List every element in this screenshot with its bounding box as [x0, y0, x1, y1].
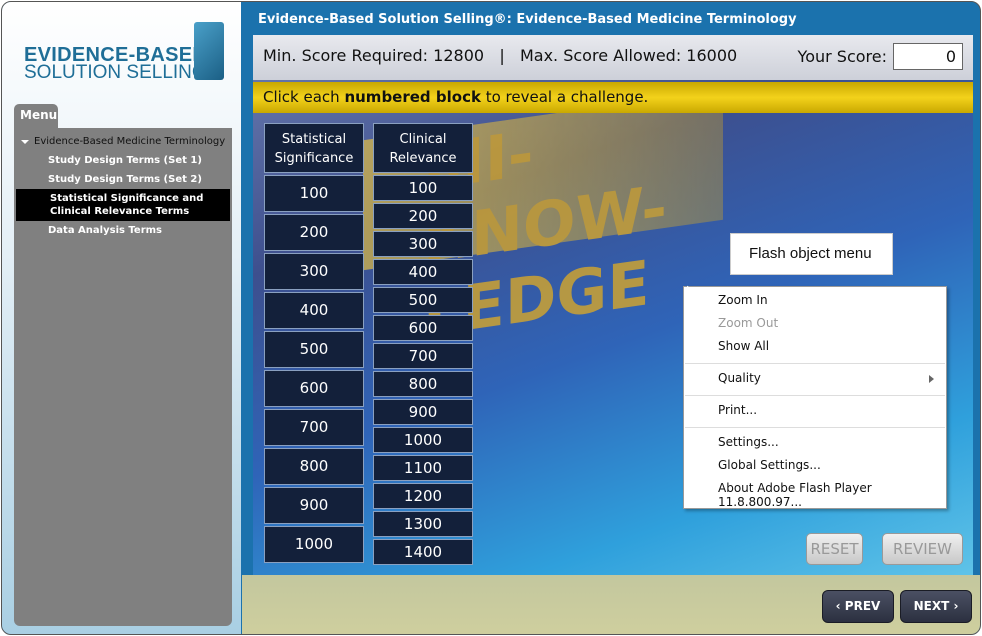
column-header: Statistical Significance: [264, 123, 364, 173]
logo-line2: SOLUTION SELLING®: [24, 62, 221, 83]
instruction-text-end: to reveal a challenge.: [480, 88, 649, 106]
numbered-block[interactable]: 900: [373, 399, 473, 425]
numbered-block[interactable]: 800: [373, 371, 473, 397]
instruction-bold: numbered block: [344, 88, 481, 106]
numbered-block[interactable]: 700: [373, 343, 473, 369]
numbered-block[interactable]: 900: [264, 487, 364, 524]
next-button[interactable]: NEXT ›: [900, 590, 972, 623]
instruction-text: Click each: [263, 88, 345, 106]
numbered-block[interactable]: 100: [264, 175, 364, 212]
numbered-block[interactable]: 500: [373, 287, 473, 313]
logo: EVIDENCE-BASED SOLUTION SELLING®: [22, 22, 227, 84]
context-menu-label: Settings...: [718, 435, 779, 449]
instruction-bar: Click each numbered block to reveal a ch…: [253, 82, 973, 113]
numbered-block[interactable]: 300: [264, 253, 364, 290]
menu-separator: [685, 363, 945, 364]
context-menu-label: Print...: [718, 403, 758, 417]
your-score-value: 0: [893, 43, 963, 70]
min-score: Min. Score Required: 12800: [263, 46, 485, 65]
numbered-block[interactable]: 100: [373, 175, 473, 201]
menu-item[interactable]: Study Design Terms (Set 1): [14, 151, 232, 170]
review-button[interactable]: REVIEW: [882, 533, 963, 565]
numbered-block[interactable]: 300: [373, 231, 473, 257]
numbered-block[interactable]: 700: [264, 409, 364, 446]
context-menu-item[interactable]: Global Settings...: [684, 455, 946, 478]
menu-tab[interactable]: Menu: [14, 104, 58, 130]
menu-separator: [685, 427, 945, 428]
context-menu-label: Global Settings...: [718, 458, 821, 472]
context-menu-item[interactable]: Settings...: [684, 432, 946, 455]
numbered-block[interactable]: 400: [264, 292, 364, 329]
menu-item[interactable]: Evidence-Based Medicine Terminology: [14, 132, 232, 151]
next-label: NEXT: [913, 599, 950, 613]
menu-separator: [685, 395, 945, 396]
logo-mark-icon: [194, 22, 224, 80]
page-title: Evidence-Based Solution Selling®: Eviden…: [258, 12, 797, 27]
context-menu-item[interactable]: Zoom In: [684, 290, 946, 313]
score-separator: |: [499, 46, 505, 65]
context-menu-item[interactable]: Print...: [684, 400, 946, 423]
numbered-block[interactable]: 600: [373, 315, 473, 341]
numbered-block[interactable]: 200: [264, 214, 364, 251]
left-panel: EVIDENCE-BASED SOLUTION SELLING® Menu Ev…: [2, 2, 241, 634]
your-score-label: Your Score:: [797, 47, 887, 66]
numbered-block[interactable]: 1200: [373, 483, 473, 509]
context-menu-label: About Adobe Flash Player 11.8.800.97...: [718, 481, 872, 509]
context-menu-label: Quality: [718, 371, 761, 385]
reset-button[interactable]: RESET: [806, 533, 863, 565]
numbered-block[interactable]: 600: [264, 370, 364, 407]
context-menu-item[interactable]: Quality: [684, 368, 946, 391]
menu-panel: Evidence-Based Medicine Terminology Study…: [14, 128, 232, 626]
numbered-block[interactable]: 1100: [373, 455, 473, 481]
context-menu-label: Show All: [718, 339, 770, 353]
context-menu-label: Zoom Out: [718, 316, 779, 330]
numbered-block[interactable]: 800: [264, 448, 364, 485]
score-bar: Min. Score Required: 12800 | Max. Score …: [253, 35, 973, 80]
column-header: Clinical Relevance: [373, 123, 473, 173]
menu-item[interactable]: Statistical Significance and Clinical Re…: [16, 189, 230, 221]
context-menu-item[interactable]: About Adobe Flash Player 11.8.800.97...: [684, 478, 946, 509]
context-menu-item[interactable]: Show All: [684, 336, 946, 359]
numbered-block[interactable]: 1000: [264, 526, 364, 563]
menu-item[interactable]: Data Analysis Terms: [14, 221, 232, 240]
numbered-block[interactable]: 500: [264, 331, 364, 368]
numbered-block[interactable]: 200: [373, 203, 473, 229]
menu-item[interactable]: Study Design Terms (Set 2): [14, 170, 232, 189]
numbered-block[interactable]: 400: [373, 259, 473, 285]
context-menu: Zoom In Zoom Out Show All Quality Print... Se…: [683, 286, 947, 509]
submenu-arrow-icon: [929, 375, 938, 383]
prev-button[interactable]: ‹ PREV: [822, 590, 894, 623]
context-menu-item[interactable]: Zoom Out: [684, 313, 946, 336]
prev-label: PREV: [844, 599, 881, 613]
numbered-block[interactable]: 1000: [373, 427, 473, 453]
tooltip-annotation: Flash object menu: [730, 233, 893, 275]
max-score: Max. Score Allowed: 16000: [519, 46, 738, 65]
numbered-block[interactable]: 1300: [373, 511, 473, 537]
context-menu-label: Zoom In: [718, 293, 768, 307]
numbered-block[interactable]: 1400: [373, 539, 473, 565]
